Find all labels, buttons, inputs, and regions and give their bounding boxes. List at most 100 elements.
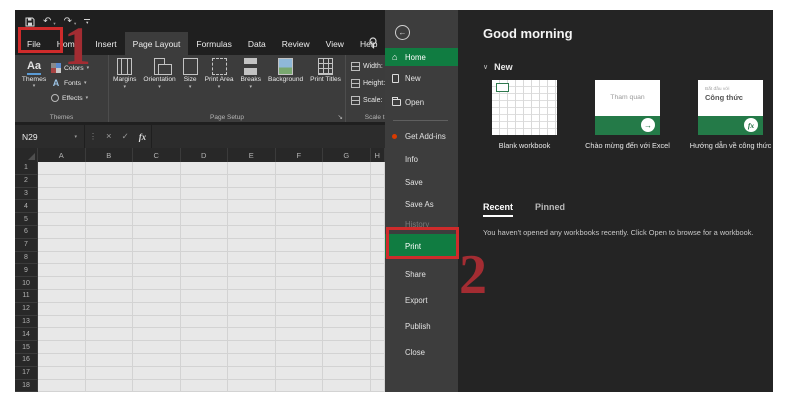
row-header-16[interactable]: 16	[15, 354, 38, 367]
cell[interactable]	[276, 341, 324, 354]
size-button[interactable]: Size▾	[182, 58, 199, 110]
background-button[interactable]: Background	[267, 58, 304, 110]
tab-recent[interactable]: Recent	[483, 202, 513, 217]
cell[interactable]	[276, 380, 324, 392]
cell[interactable]	[276, 175, 324, 188]
cell[interactable]	[371, 200, 386, 213]
cell[interactable]	[371, 354, 386, 367]
cell[interactable]	[371, 175, 386, 188]
template-card-h-ng-d-n-v-c-ng-th-c[interactable]: Bắt đầu vớiCông thứcfxHướng dẫn về công …	[698, 80, 763, 135]
cell[interactable]	[86, 188, 134, 201]
cell[interactable]	[133, 316, 181, 329]
cell[interactable]	[323, 328, 371, 341]
cell[interactable]	[133, 264, 181, 277]
cell[interactable]	[38, 341, 86, 354]
cell[interactable]	[181, 303, 229, 316]
column-header-h[interactable]: H	[371, 148, 386, 162]
cell[interactable]	[86, 162, 134, 175]
cell[interactable]	[181, 316, 229, 329]
cell[interactable]	[276, 303, 324, 316]
cell[interactable]	[228, 226, 276, 239]
cell[interactable]	[86, 354, 134, 367]
cell[interactable]	[38, 252, 86, 265]
cell[interactable]	[371, 316, 386, 329]
cell[interactable]	[86, 303, 134, 316]
cell[interactable]	[38, 290, 86, 303]
cell[interactable]	[228, 162, 276, 175]
cell[interactable]	[323, 354, 371, 367]
cell[interactable]	[228, 367, 276, 380]
cell[interactable]	[371, 264, 386, 277]
cell[interactable]	[371, 367, 386, 380]
cell[interactable]	[181, 213, 229, 226]
scale-button[interactable]: Scale:	[351, 93, 385, 108]
cell[interactable]	[371, 290, 386, 303]
column-header-f[interactable]: F	[276, 148, 324, 162]
cell[interactable]	[228, 290, 276, 303]
cell[interactable]	[323, 162, 371, 175]
sidebar-item-get-add-ins[interactable]: Get Add-ins	[385, 130, 458, 143]
cell[interactable]	[323, 226, 371, 239]
cell[interactable]	[86, 264, 134, 277]
row-header-4[interactable]: 4	[15, 200, 38, 213]
cell[interactable]	[181, 162, 229, 175]
cell[interactable]	[228, 264, 276, 277]
cell[interactable]	[228, 188, 276, 201]
cell[interactable]	[228, 328, 276, 341]
sidebar-item-share[interactable]: Share	[385, 268, 458, 281]
search-icon[interactable]	[368, 37, 378, 49]
insert-function-icon[interactable]: fx	[134, 132, 152, 142]
back-icon[interactable]: ←	[395, 25, 410, 40]
cell[interactable]	[86, 213, 134, 226]
cell[interactable]	[323, 380, 371, 392]
cell[interactable]	[276, 290, 324, 303]
cell[interactable]	[133, 239, 181, 252]
cell[interactable]	[38, 200, 86, 213]
sidebar-item-save-as[interactable]: Save As	[385, 198, 458, 211]
cell[interactable]	[133, 175, 181, 188]
sidebar-item-publish[interactable]: Publish	[385, 320, 458, 333]
cell[interactable]	[133, 367, 181, 380]
cell[interactable]	[38, 303, 86, 316]
cell[interactable]	[276, 264, 324, 277]
cell[interactable]	[323, 239, 371, 252]
enter-icon[interactable]: ✓	[117, 131, 134, 142]
row-header-9[interactable]: 9	[15, 264, 38, 277]
cell[interactable]	[181, 252, 229, 265]
row-header-14[interactable]: 14	[15, 328, 38, 341]
row-header-11[interactable]: 11	[15, 290, 38, 303]
cell[interactable]	[323, 188, 371, 201]
cell[interactable]	[228, 341, 276, 354]
cell[interactable]	[276, 200, 324, 213]
tab-insert[interactable]: Insert	[87, 32, 124, 55]
row-header-13[interactable]: 13	[15, 316, 38, 329]
cell[interactable]	[181, 354, 229, 367]
cell[interactable]	[133, 162, 181, 175]
cell[interactable]	[86, 380, 134, 392]
row-header-3[interactable]: 3	[15, 188, 38, 201]
cell[interactable]	[228, 175, 276, 188]
cell[interactable]	[181, 290, 229, 303]
cell[interactable]	[228, 380, 276, 392]
sidebar-item-save[interactable]: Save	[385, 176, 458, 189]
sidebar-item-info[interactable]: Info	[385, 153, 458, 166]
cell[interactable]	[228, 354, 276, 367]
cell[interactable]	[86, 341, 134, 354]
cell[interactable]	[181, 277, 229, 290]
sidebar-item-close[interactable]: Close	[385, 346, 458, 359]
select-all-corner[interactable]	[15, 148, 38, 162]
cell[interactable]	[228, 277, 276, 290]
cell[interactable]	[181, 328, 229, 341]
cell[interactable]	[371, 380, 386, 392]
row-header-10[interactable]: 10	[15, 277, 38, 290]
row-header-18[interactable]: 18	[15, 380, 38, 392]
cell[interactable]	[228, 239, 276, 252]
tab-review[interactable]: Review	[274, 32, 318, 55]
cell[interactable]	[133, 354, 181, 367]
cell[interactable]	[323, 316, 371, 329]
cell[interactable]	[38, 264, 86, 277]
row-header-6[interactable]: 6	[15, 226, 38, 239]
breaks-button[interactable]: Breaks▾	[240, 58, 263, 110]
cell[interactable]	[371, 226, 386, 239]
cell[interactable]	[38, 162, 86, 175]
